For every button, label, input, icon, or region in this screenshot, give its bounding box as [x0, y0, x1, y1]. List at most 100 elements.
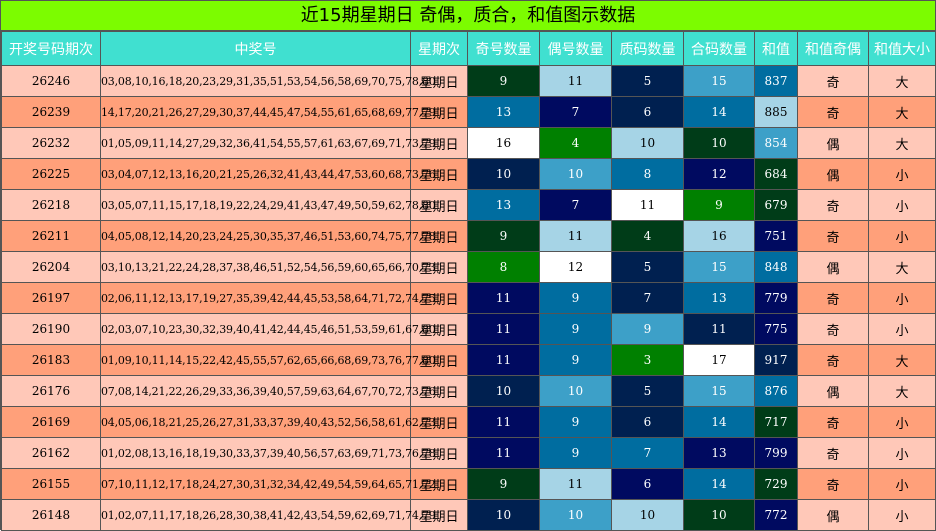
prime-count-cell: 11: [611, 189, 684, 221]
issue-cell: 26232: [1, 127, 101, 159]
composite-count-cell: 10: [683, 499, 755, 531]
issue-cell: 26211: [1, 220, 101, 252]
prime-count-cell: 5: [611, 65, 684, 97]
weekday-cell: 星期日: [410, 251, 468, 283]
weekday-cell: 星期日: [410, 499, 468, 531]
table-row: 26218 03,05,07,11,15,17,18,19,22,24,29,41…: [1, 189, 936, 221]
winning-numbers-cell: 01,02,07,11,17,18,26,28,30,38,41,42,43,5…: [100, 499, 436, 531]
odd-count-cell: 11: [467, 313, 540, 345]
odd-count-cell: 13: [467, 96, 540, 128]
odd-count-cell: 8: [467, 251, 540, 283]
winning-numbers-cell: 03,10,13,21,22,24,28,37,38,46,51,52,54,5…: [100, 251, 436, 283]
header-row: 开奖号码期次 中奖号 星期次 奇号数量 偶号数量 质码数量 合码数量 和值 和值…: [1, 31, 936, 66]
issue-cell: 26176: [1, 375, 101, 407]
composite-count-cell: 16: [683, 220, 755, 252]
issue-cell: 26204: [1, 251, 101, 283]
sum-cell: 772: [754, 499, 798, 531]
composite-count-cell: 15: [683, 65, 755, 97]
prime-count-cell: 5: [611, 251, 684, 283]
prime-count-cell: 4: [611, 220, 684, 252]
composite-count-cell: 10: [683, 127, 755, 159]
sum-size-cell: 大: [868, 96, 936, 128]
even-count-cell: 11: [539, 65, 612, 97]
sum-size-cell: 大: [868, 65, 936, 97]
even-count-cell: 9: [539, 344, 612, 376]
sum-size-cell: 小: [868, 220, 936, 252]
prime-count-cell: 6: [611, 96, 684, 128]
issue-cell: 26218: [1, 189, 101, 221]
sum-cell: 775: [754, 313, 798, 345]
table-row: 26148 01,02,07,11,17,18,26,28,30,38,41,42…: [1, 499, 936, 531]
odd-count-cell: 9: [467, 65, 540, 97]
sum-cell: 917: [754, 344, 798, 376]
odd-count-cell: 9: [467, 468, 540, 500]
header-weekday: 星期次: [410, 31, 468, 66]
odd-count-cell: 16: [467, 127, 540, 159]
prime-count-cell: 10: [611, 127, 684, 159]
even-count-cell: 11: [539, 220, 612, 252]
even-count-cell: 9: [539, 406, 612, 438]
sum-parity-cell: 偶: [797, 158, 869, 190]
even-count-cell: 12: [539, 251, 612, 283]
table-row: 26239 14,17,20,21,26,27,29,30,37,44,45,47…: [1, 96, 936, 128]
winning-numbers-cell: 01,09,10,11,14,15,22,42,45,55,57,62,65,6…: [100, 344, 436, 376]
winning-numbers-cell: 02,06,11,12,13,17,19,27,35,39,42,44,45,5…: [100, 282, 436, 314]
composite-count-cell: 11: [683, 313, 755, 345]
issue-cell: 26246: [1, 65, 101, 97]
winning-numbers-cell: 03,05,07,11,15,17,18,19,22,24,29,41,43,4…: [100, 189, 436, 221]
sum-cell: 679: [754, 189, 798, 221]
winning-numbers-cell: 03,04,07,12,13,16,20,21,25,26,32,41,43,4…: [100, 158, 436, 190]
sum-size-cell: 小: [868, 313, 936, 345]
prime-count-cell: 7: [611, 437, 684, 469]
winning-numbers-cell: 01,05,09,11,14,27,29,32,36,41,54,55,57,6…: [100, 127, 436, 159]
sum-parity-cell: 奇: [797, 96, 869, 128]
sum-size-cell: 大: [868, 375, 936, 407]
odd-count-cell: 11: [467, 282, 540, 314]
sum-parity-cell: 奇: [797, 406, 869, 438]
composite-count-cell: 14: [683, 406, 755, 438]
sum-cell: 751: [754, 220, 798, 252]
issue-cell: 26169: [1, 406, 101, 438]
weekday-cell: 星期日: [410, 96, 468, 128]
weekday-cell: 星期日: [410, 437, 468, 469]
sum-size-cell: 大: [868, 251, 936, 283]
odd-count-cell: 11: [467, 406, 540, 438]
prime-count-cell: 9: [611, 313, 684, 345]
sum-size-cell: 大: [868, 344, 936, 376]
winning-numbers-cell: 03,08,10,16,18,20,23,29,31,35,51,53,54,5…: [100, 65, 436, 97]
sum-cell: 684: [754, 158, 798, 190]
odd-count-cell: 9: [467, 220, 540, 252]
even-count-cell: 4: [539, 127, 612, 159]
odd-count-cell: 13: [467, 189, 540, 221]
odd-count-cell: 11: [467, 344, 540, 376]
prime-count-cell: 8: [611, 158, 684, 190]
even-count-cell: 10: [539, 375, 612, 407]
winning-numbers-cell: 07,10,11,12,17,18,24,27,30,31,32,34,42,4…: [100, 468, 436, 500]
odd-count-cell: 10: [467, 375, 540, 407]
table-row: 26169 04,05,06,18,21,25,26,27,31,33,37,39…: [1, 406, 936, 438]
even-count-cell: 10: [539, 158, 612, 190]
composite-count-cell: 15: [683, 375, 755, 407]
issue-cell: 26225: [1, 158, 101, 190]
even-count-cell: 7: [539, 189, 612, 221]
issue-cell: 26190: [1, 313, 101, 345]
table-row: 26232 01,05,09,11,14,27,29,32,36,41,54,55…: [1, 127, 936, 159]
prime-count-cell: 7: [611, 282, 684, 314]
table-row: 26246 03,08,10,16,18,20,23,29,31,35,51,53…: [1, 65, 936, 97]
winning-numbers-cell: 04,05,08,12,14,20,23,24,25,30,35,37,46,5…: [100, 220, 436, 252]
weekday-cell: 星期日: [410, 127, 468, 159]
sum-parity-cell: 奇: [797, 189, 869, 221]
sum-parity-cell: 偶: [797, 375, 869, 407]
issue-cell: 26155: [1, 468, 101, 500]
composite-count-cell: 13: [683, 437, 755, 469]
lottery-stats-panel: 近15期星期日 奇偶，质合，和值图示数据 开奖号码期次 中奖号 星期次 奇号数量…: [0, 0, 936, 531]
winning-numbers-cell: 04,05,06,18,21,25,26,27,31,33,37,39,40,4…: [100, 406, 436, 438]
weekday-cell: 星期日: [410, 189, 468, 221]
sum-parity-cell: 奇: [797, 468, 869, 500]
header-prime-count: 质码数量: [611, 31, 684, 66]
table-row: 26155 07,10,11,12,17,18,24,27,30,31,32,34…: [1, 468, 936, 500]
sum-parity-cell: 奇: [797, 313, 869, 345]
header-composite-count: 合码数量: [683, 31, 755, 66]
winning-numbers-cell: 01,02,08,13,16,18,19,30,33,37,39,40,56,5…: [100, 437, 436, 469]
odd-count-cell: 10: [467, 158, 540, 190]
